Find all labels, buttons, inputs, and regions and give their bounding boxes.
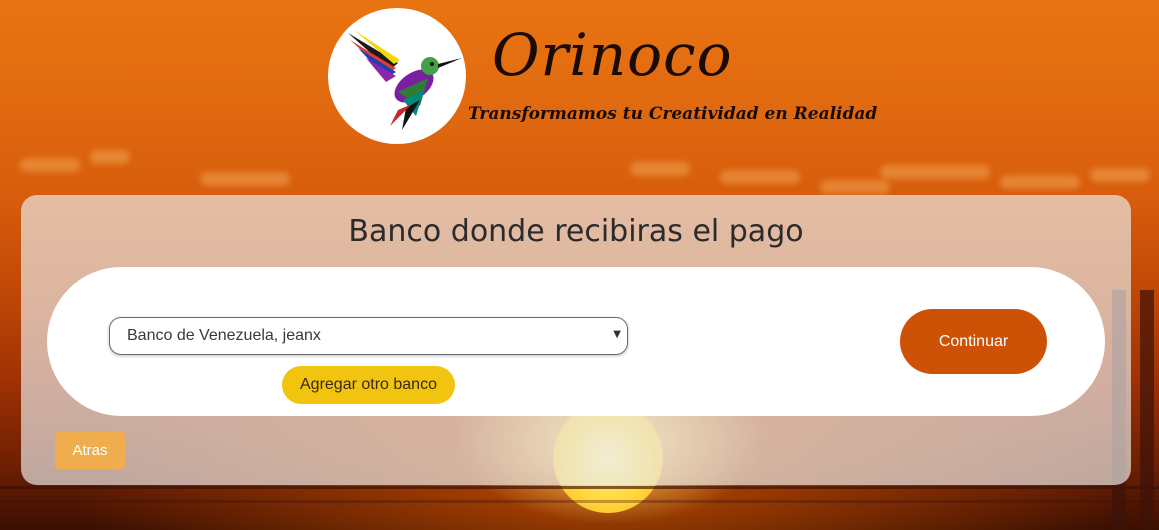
- brand-tagline: Transformamos tu Creatividad en Realidad: [468, 104, 878, 124]
- cloud: [20, 158, 80, 172]
- cloud: [90, 150, 130, 164]
- cloud: [880, 165, 990, 179]
- brand-name: Orinoco: [492, 21, 733, 89]
- bridge-tower: [1140, 290, 1154, 530]
- cloud: [200, 172, 290, 186]
- bridge-deck: [0, 486, 1159, 489]
- bank-select[interactable]: Banco de Venezuela, jeanx ▼: [109, 317, 628, 355]
- logo-circle: [328, 8, 466, 144]
- cloud: [1000, 175, 1080, 189]
- hummingbird-icon: [348, 30, 462, 130]
- cloud: [1090, 168, 1150, 182]
- add-bank-button[interactable]: Agregar otro banco: [282, 366, 455, 404]
- cloud: [820, 180, 890, 194]
- cloud: [630, 162, 690, 176]
- page-title: Banco donde recibiras el pago: [348, 214, 804, 249]
- bank-select-value: Banco de Venezuela, jeanx: [127, 327, 321, 344]
- cloud: [720, 170, 800, 184]
- chevron-down-icon: ▼: [613, 329, 621, 340]
- continue-button[interactable]: Continuar: [900, 309, 1047, 374]
- back-button[interactable]: Atras: [55, 432, 125, 469]
- brand-logo: Orinoco Transformamos tu Creatividad en …: [328, 8, 877, 146]
- bridge-cable: [0, 500, 1159, 503]
